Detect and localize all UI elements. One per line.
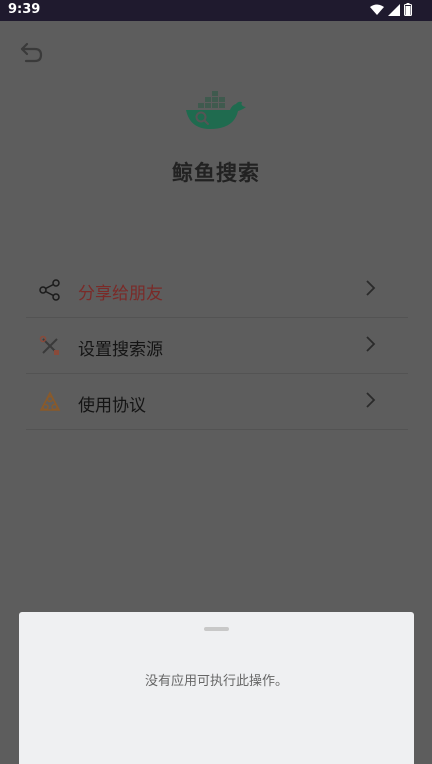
back-icon[interactable]	[18, 39, 46, 65]
status-icons	[370, 3, 412, 16]
menu-item-share[interactable]: 分享给朋友	[26, 262, 408, 318]
menu-label-share: 分享给朋友	[78, 284, 163, 304]
chevron-right-icon	[366, 280, 376, 296]
settings-menu: 分享给朋友 设置搜索源 使用协议	[26, 262, 408, 430]
agreement-icon	[39, 391, 61, 411]
status-time: 9:39	[8, 2, 41, 17]
menu-label-agreement: 使用协议	[78, 396, 146, 416]
battery-icon	[404, 3, 412, 16]
chevron-right-icon	[366, 392, 376, 408]
whale-logo-icon	[186, 91, 246, 129]
chevron-right-icon	[366, 336, 376, 352]
menu-item-search-source[interactable]: 设置搜索源	[26, 318, 408, 374]
tools-icon	[39, 335, 59, 355]
wifi-icon	[370, 4, 384, 15]
sheet-drag-handle[interactable]	[204, 627, 229, 631]
status-bar: 9:39	[0, 0, 432, 21]
app-title: 鲸鱼搜索	[172, 161, 260, 185]
sheet-message: 没有应用可执行此操作。	[144, 674, 288, 689]
menu-label-search-source: 设置搜索源	[78, 340, 163, 360]
menu-item-agreement[interactable]: 使用协议	[26, 374, 408, 430]
bottom-sheet[interactable]: 没有应用可执行此操作。	[19, 612, 414, 764]
signal-icon	[388, 3, 400, 16]
share-icon	[39, 279, 60, 301]
